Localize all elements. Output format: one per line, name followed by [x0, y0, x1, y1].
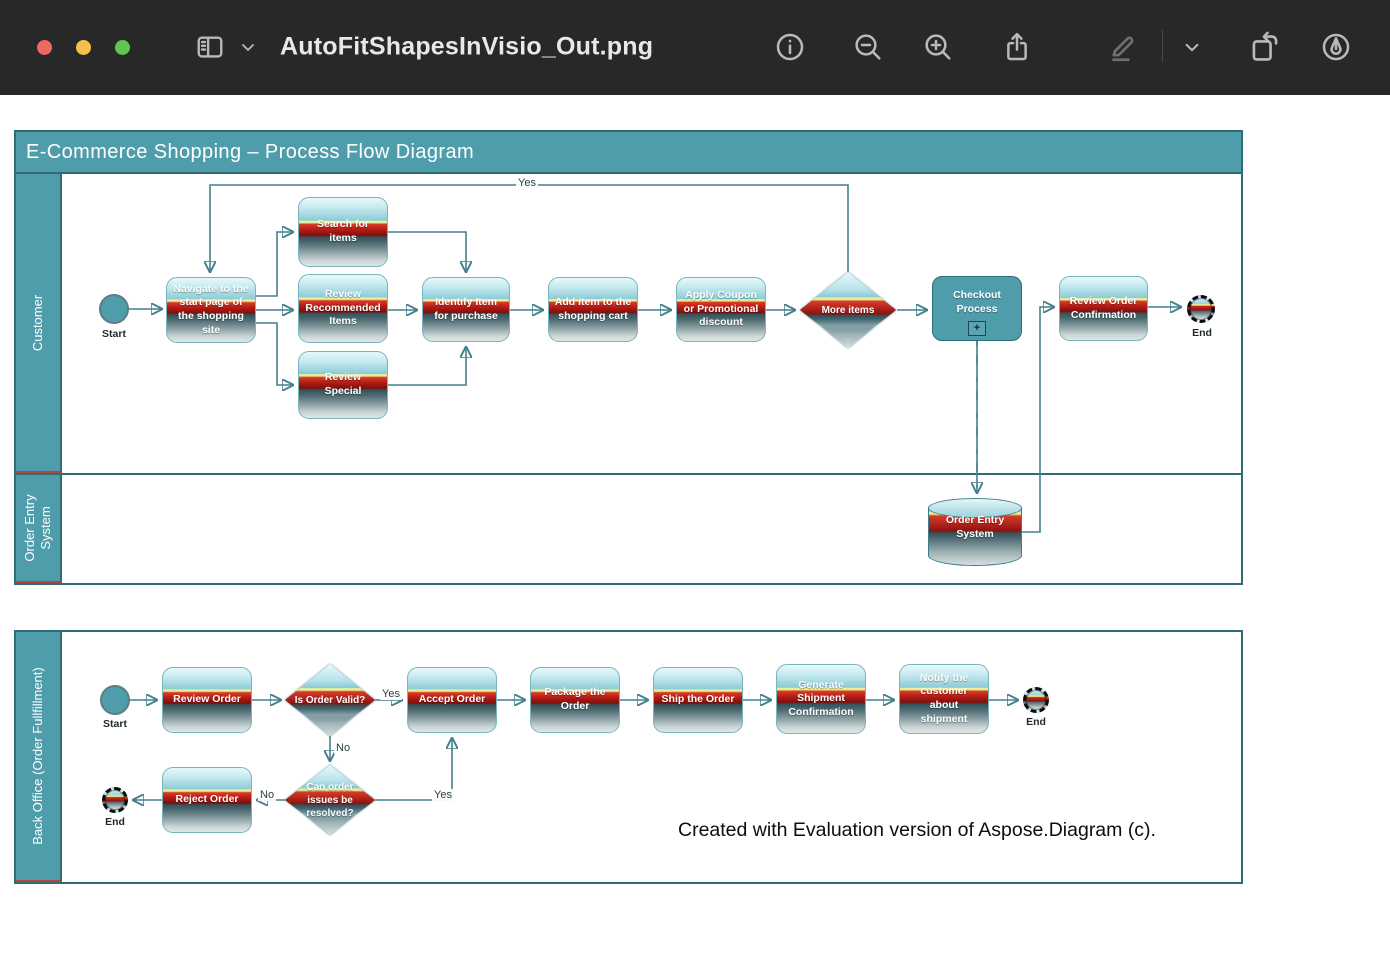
- end-event-label: End: [1184, 327, 1220, 339]
- lane-label-back-office-text: Back Office (Order Fullfillment): [30, 667, 46, 844]
- datastore-order-entry: Order Entry System: [928, 498, 1022, 566]
- toolbar-separator: [1162, 30, 1163, 62]
- end-event-3-label: End: [98, 816, 132, 828]
- end-event-2-label: End: [1019, 716, 1053, 728]
- task-notify-customer: Notify the customer about shipment: [899, 664, 989, 734]
- window-titlebar: AutoFitShapesInVisio_Out.png: [0, 0, 1390, 95]
- task-reject-order: Reject Order: [162, 767, 252, 833]
- zoom-in-icon[interactable]: [922, 31, 954, 63]
- start-event: [99, 294, 129, 324]
- task-apply-coupon: Apply Coupon or Promotional discount: [676, 277, 766, 342]
- gateway-can-resolve: Can order issues be resolved?: [285, 765, 375, 835]
- lane-separator: [16, 473, 1241, 475]
- task-package-order: Package the Order: [530, 667, 620, 733]
- edge-label-valid-yes: Yes: [380, 688, 402, 700]
- end-event-3: [102, 787, 128, 813]
- markup-chevron-down-icon[interactable]: [1185, 42, 1200, 53]
- task-identify: Identify Item for purchase: [422, 277, 510, 342]
- end-event: [1187, 295, 1215, 323]
- task-generate-confirmation: Generate Shipment Confirmation: [776, 664, 866, 734]
- lane-label-back-office: Back Office (Order Fullfillment): [16, 632, 62, 882]
- lane-label-customer-text: Customer: [30, 294, 46, 350]
- lane-label-order-entry-text: Order Entry System: [22, 485, 55, 571]
- task-review-recommended: Review Recommended Items: [298, 274, 388, 343]
- subprocess-plus-icon: +: [968, 321, 986, 336]
- gateway-more-items: More items: [800, 272, 896, 348]
- lane-label-order-entry: Order Entry System: [16, 475, 62, 583]
- info-icon[interactable]: [774, 31, 806, 63]
- start-event-2: [100, 685, 130, 715]
- pool-ecommerce: E-Commerce Shopping – Process Flow Diagr…: [14, 130, 1243, 585]
- markup-pencil-icon[interactable]: [1105, 30, 1139, 64]
- edge-label-resolve-no: No: [258, 789, 276, 801]
- image-viewport: E-Commerce Shopping – Process Flow Diagr…: [0, 95, 1390, 976]
- end-event-2: [1023, 687, 1049, 713]
- minimize-button[interactable]: [76, 40, 91, 55]
- lane-label-customer: Customer: [16, 174, 62, 473]
- task-search: Search for items: [298, 197, 388, 267]
- share-icon[interactable]: [1001, 30, 1033, 64]
- annotate-pen-icon[interactable]: [1320, 31, 1352, 63]
- task-review-order: Review Order: [162, 667, 252, 733]
- window-controls: [37, 0, 130, 95]
- task-accept-order: Accept Order: [407, 667, 497, 733]
- task-review-order-confirmation: Review Order Confirmation: [1059, 276, 1148, 341]
- close-button[interactable]: [37, 40, 52, 55]
- task-checkout-subprocess: Checkout Process +: [932, 276, 1022, 341]
- diagram-title: E-Commerce Shopping – Process Flow Diagr…: [26, 141, 474, 164]
- edge-label-loop-yes: Yes: [516, 177, 538, 189]
- zoom-window-button[interactable]: [115, 40, 130, 55]
- task-navigate: Navigate to the start page of the shoppi…: [166, 277, 256, 343]
- start-event-label: Start: [94, 328, 134, 340]
- rotate-icon[interactable]: [1247, 30, 1283, 64]
- task-ship-order: Ship the Order: [653, 667, 743, 733]
- edge-label-valid-no: No: [334, 742, 352, 754]
- sidebar-icon[interactable]: [193, 32, 227, 62]
- chevron-down-icon[interactable]: [241, 42, 255, 52]
- evaluation-watermark: Created with Evaluation version of Aspos…: [678, 819, 1156, 842]
- gateway-is-order-valid: Is Order Valid?: [285, 664, 375, 736]
- edge-label-resolve-yes: Yes: [432, 789, 454, 801]
- zoom-out-icon[interactable]: [852, 31, 884, 63]
- screenshot: AutoFitShapesInVisio_Out.png: [0, 0, 1390, 976]
- window-title: AutoFitShapesInVisio_Out.png: [280, 33, 653, 62]
- diagram-title-band: E-Commerce Shopping – Process Flow Diagr…: [16, 132, 1241, 174]
- task-review-special: Review Special: [298, 351, 388, 419]
- start-event-2-label: Start: [95, 718, 135, 730]
- task-add-item: Add item to the shopping cart: [548, 277, 638, 342]
